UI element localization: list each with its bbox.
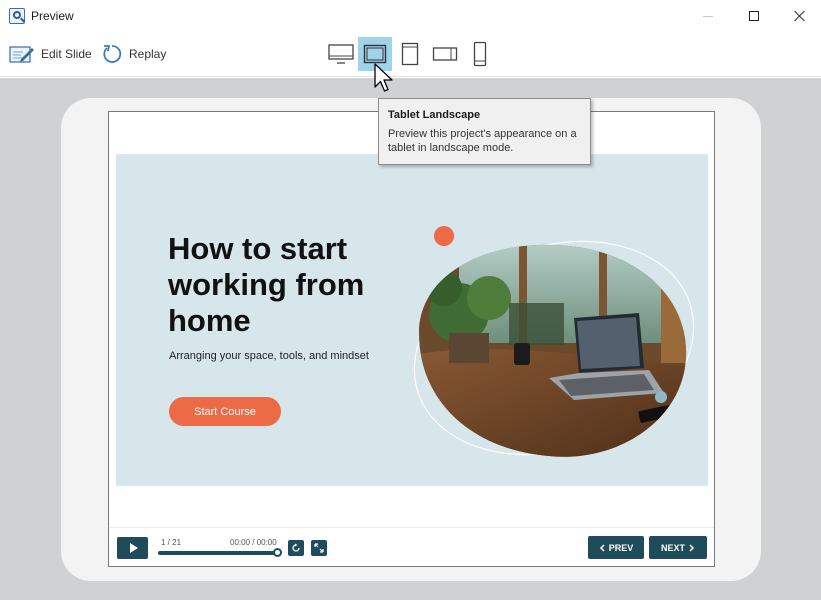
edit-slide-button[interactable]: Edit Slide xyxy=(9,41,92,67)
device-phone-portrait-button[interactable] xyxy=(463,37,497,71)
progress-knob[interactable] xyxy=(273,548,282,557)
minimize-icon xyxy=(703,15,713,17)
fullscreen-button[interactable] xyxy=(311,540,327,556)
toolbar: Edit Slide Replay xyxy=(0,32,821,77)
next-label: NEXT xyxy=(660,542,685,553)
desktop-icon xyxy=(328,44,354,64)
tooltip-title: Tablet Landscape xyxy=(388,109,481,121)
preview-app-icon xyxy=(9,8,25,24)
reload-button[interactable] xyxy=(288,540,304,556)
expand-icon xyxy=(314,543,324,553)
prev-button[interactable]: PREV xyxy=(588,536,644,559)
window-title: Preview xyxy=(31,9,74,23)
edit-slide-icon xyxy=(9,46,34,63)
time-display: 00:00 / 00:00 xyxy=(230,538,277,547)
play-icon xyxy=(129,543,138,553)
maximize-button[interactable] xyxy=(731,0,777,32)
device-phone-landscape-button[interactable] xyxy=(428,37,462,71)
replay-button[interactable]: Replay xyxy=(101,41,166,67)
device-tooltip: Tablet Landscape Preview this project's … xyxy=(378,98,591,165)
tablet-screen: How to start working from home Arranging… xyxy=(108,111,715,567)
phone-portrait-icon xyxy=(473,41,487,67)
progress-track[interactable] xyxy=(158,551,278,555)
chevron-right-icon xyxy=(689,543,695,552)
player-bar: 1 / 21 00:00 / 00:00 PREV NEXT xyxy=(109,527,714,566)
tooltip-body: Preview this project's appearance on a t… xyxy=(388,128,577,154)
edit-slide-label: Edit Slide xyxy=(41,47,92,61)
phone-landscape-icon xyxy=(432,47,458,61)
slide-subtitle: Arranging your space, tools, and mindset xyxy=(169,350,369,362)
minimize-button[interactable] xyxy=(685,0,731,32)
workspace-photo xyxy=(413,226,695,457)
tablet-landscape-icon xyxy=(363,44,387,64)
reload-icon xyxy=(292,543,300,552)
slide: How to start working from home Arranging… xyxy=(116,154,708,486)
close-icon xyxy=(794,10,806,22)
replay-icon xyxy=(103,45,122,63)
chevron-left-icon xyxy=(599,543,605,552)
close-button[interactable] xyxy=(777,0,821,32)
prev-label: PREV xyxy=(608,542,634,553)
slide-counter: 1 / 21 xyxy=(161,538,182,547)
device-tablet-portrait-button[interactable] xyxy=(393,37,427,71)
title-bar: Preview xyxy=(0,0,821,32)
device-desktop-button[interactable] xyxy=(324,37,358,71)
next-button[interactable]: NEXT xyxy=(649,536,707,559)
mouse-cursor-icon xyxy=(374,63,393,92)
slide-headline: How to start working from home xyxy=(168,231,365,338)
tablet-portrait-icon xyxy=(401,42,419,66)
play-button[interactable] xyxy=(117,537,148,559)
maximize-icon xyxy=(749,11,759,21)
replay-label: Replay xyxy=(129,47,167,61)
start-course-button[interactable]: Start Course xyxy=(169,397,281,426)
